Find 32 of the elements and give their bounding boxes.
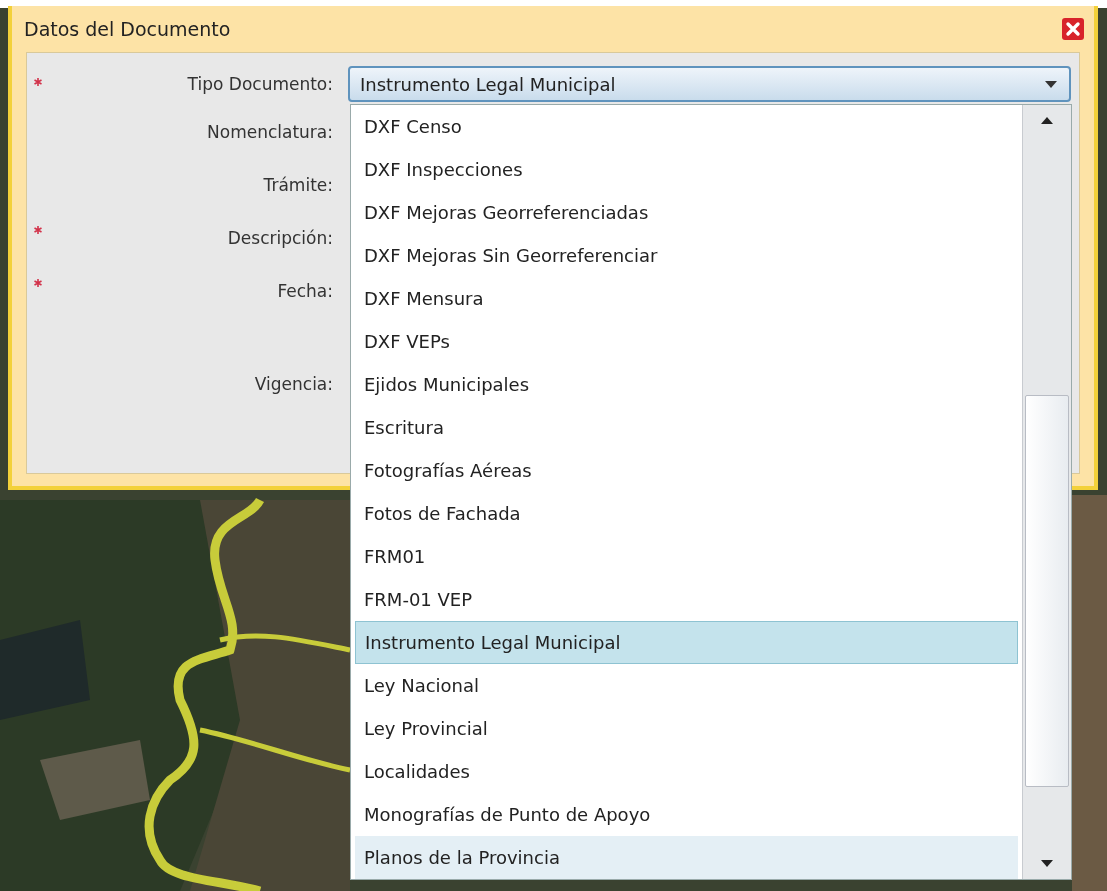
dropdown-option[interactable]: Localidades xyxy=(355,750,1018,793)
dropdown-option[interactable]: DXF Mensura xyxy=(355,277,1018,320)
field-label: Trámite: xyxy=(262,174,333,195)
scrollbar[interactable] xyxy=(1022,105,1071,879)
dropdown-option[interactable]: FRM01 xyxy=(355,535,1018,578)
dropdown-option[interactable]: Fotografías Aéreas xyxy=(355,449,1018,492)
dropdown-option[interactable]: Monografías de Punto de Apoyo xyxy=(355,793,1018,836)
dropdown-option[interactable]: DXF VEPs xyxy=(355,320,1018,363)
field-label: Descripción: xyxy=(226,227,333,248)
field-label: Nomenclatura: xyxy=(206,121,333,142)
dropdown-option[interactable]: DXF Mejoras Georreferenciadas xyxy=(355,191,1018,234)
caret-icon xyxy=(1045,80,1057,88)
dropdown-option[interactable]: Planos de la Provincia xyxy=(355,836,1018,879)
dropdown-option[interactable]: Ley Provincial xyxy=(355,707,1018,750)
dropdown-option[interactable]: FRM-01 VEP xyxy=(355,578,1018,621)
document-type-select[interactable]: Instrumento Legal Municipal xyxy=(348,66,1071,102)
scroll-down-icon[interactable] xyxy=(1041,860,1053,867)
field-label: Tipo Documento: xyxy=(186,74,333,94)
dropdown-option[interactable]: Instrumento Legal Municipal xyxy=(355,621,1018,664)
field-label: Vigencia: xyxy=(253,373,333,394)
scroll-up-icon[interactable] xyxy=(1041,117,1053,124)
dropdown-option[interactable]: Ejidos Municipales xyxy=(355,363,1018,406)
dropdown-option[interactable]: DXF Censo xyxy=(355,105,1018,148)
scrollbar-thumb[interactable] xyxy=(1025,395,1069,787)
close-icon[interactable] xyxy=(1062,18,1084,40)
dropdown-option[interactable]: Fotos de Fachada xyxy=(355,492,1018,535)
dropdown-option[interactable]: DXF Mejoras Sin Georreferenciar xyxy=(355,234,1018,277)
dialog-title: Datos del Documento xyxy=(24,18,231,40)
field-label: Fecha: xyxy=(276,280,333,301)
dropdown-option[interactable]: Escritura xyxy=(355,406,1018,449)
dropdown-option[interactable]: DXF Inspecciones xyxy=(355,148,1018,191)
dropdown-option[interactable]: Ley Nacional xyxy=(355,664,1018,707)
